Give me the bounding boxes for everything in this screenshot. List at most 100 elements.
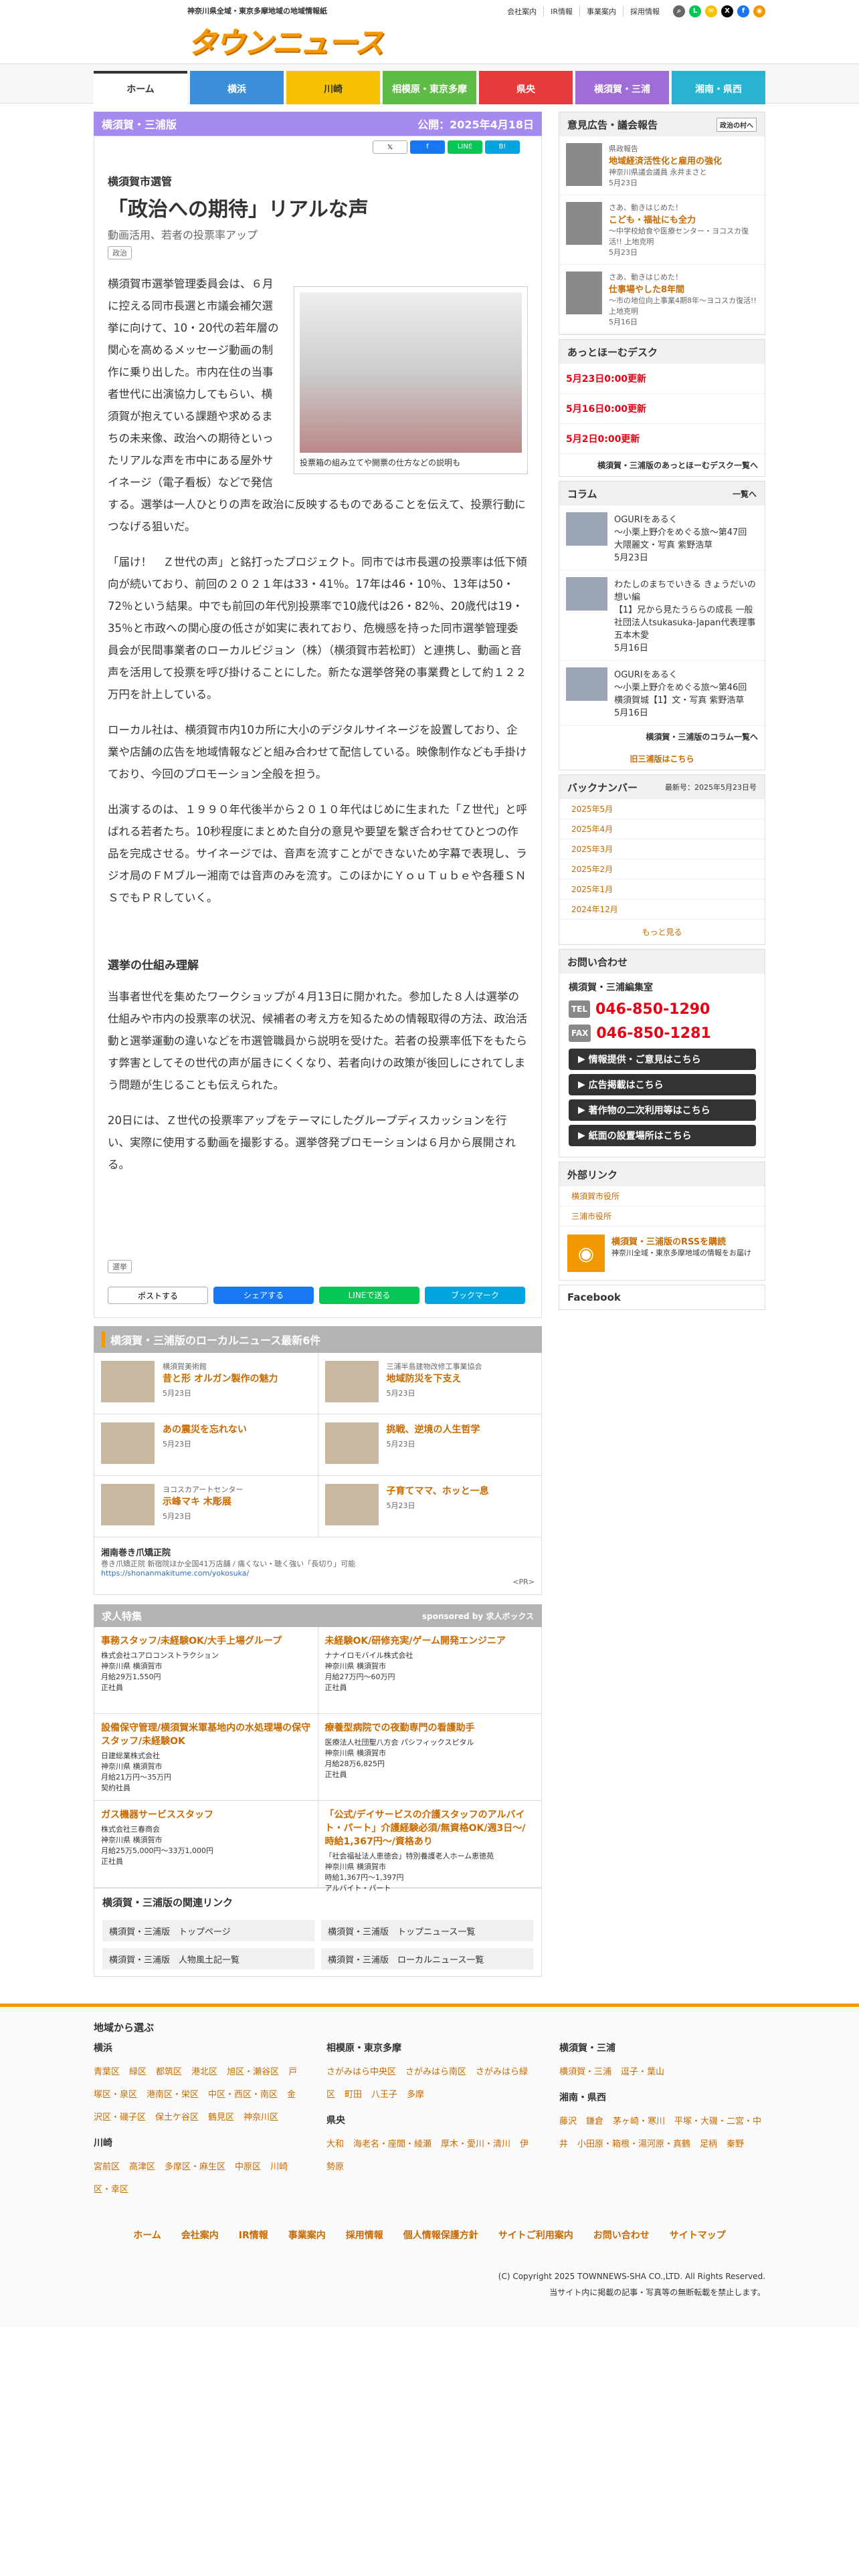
ext-link[interactable]: 横須賀市役所 bbox=[559, 1186, 765, 1206]
line-icon[interactable]: L bbox=[689, 5, 701, 17]
job-title[interactable]: ガス機器サービススタッフ bbox=[101, 1808, 311, 1821]
old-miura-link[interactable]: 旧三浦版はこちら bbox=[559, 748, 765, 770]
local-news-item[interactable]: 挑戦、逆境の人生哲学 5月23日 bbox=[318, 1414, 542, 1476]
footer-link[interactable]: 事業案内 bbox=[288, 2228, 326, 2242]
region-link[interactable]: 茅ヶ崎・寒川 bbox=[613, 2117, 665, 2127]
link-recruit[interactable]: 採用情報 bbox=[623, 6, 666, 17]
local-news-item[interactable]: 横須賀美術館 昔と形 オルガン製作の魅力 5月23日 bbox=[94, 1353, 318, 1414]
back-more[interactable]: もっと見る bbox=[559, 920, 765, 944]
region-link[interactable]: 厚木・愛川・清川 bbox=[441, 2139, 510, 2149]
share-hb-mini[interactable]: B! bbox=[485, 140, 520, 154]
contact-button[interactable]: ▶ 紙面の設置場所はこちら bbox=[569, 1125, 756, 1146]
mail-icon[interactable]: ✉ bbox=[705, 5, 717, 17]
job-card[interactable]: ガス機器サービススタッフ 株式会社三春商会 神奈川県 横須賀市 月給25万5,000円… bbox=[94, 1801, 318, 1888]
footer-link[interactable]: サイトマップ bbox=[670, 2228, 726, 2242]
back-item[interactable]: 2025年2月 bbox=[559, 859, 765, 879]
share-x-mini[interactable]: 𝕏 bbox=[373, 140, 407, 154]
nav-tab[interactable]: 県央 bbox=[479, 71, 573, 104]
job-card[interactable]: 事務スタッフ/未経験OK/大手上場グループ 株式会社ユアロコンストラクション 神奈川… bbox=[94, 1627, 318, 1714]
region-link[interactable]: 大和 bbox=[326, 2139, 344, 2149]
region-link[interactable]: 港南区・栄区 bbox=[147, 2090, 199, 2100]
link-ir[interactable]: IR情報 bbox=[543, 6, 579, 17]
nav-tab[interactable]: 横須賀・三浦 bbox=[575, 71, 669, 104]
region-link[interactable]: 緑区 bbox=[129, 2067, 147, 2077]
opinion-title[interactable]: こども・福祉にも全力 bbox=[609, 213, 758, 225]
share-hatena-button[interactable]: ブックマーク bbox=[425, 1287, 525, 1304]
related-link[interactable]: 横須賀・三浦版 トップページ bbox=[102, 1920, 314, 1941]
tel-number[interactable]: 046-850-1290 bbox=[595, 1001, 710, 1018]
column-item[interactable]: わたしのまちでいきる きょうだいの想い編 【1】兄から見たうららの成長 一般社団法… bbox=[559, 570, 765, 661]
local-news-item[interactable]: あの震災を忘れない 5月23日 bbox=[94, 1414, 318, 1476]
nav-tab[interactable]: ホーム bbox=[94, 71, 187, 104]
column-item[interactable]: OGURIをあるく 〜小栗上野介をめぐる旅〜第46回 横須賀城【1】文・写真 紫野… bbox=[559, 661, 765, 726]
link-business[interactable]: 事業案内 bbox=[579, 6, 623, 17]
job-title[interactable]: 「公式/デイサービスの介護スタッフのアルバイト・パート」介護経験必須/無資格OK… bbox=[325, 1808, 535, 1848]
region-link[interactable]: 秦野 bbox=[727, 2139, 744, 2149]
region-link[interactable]: 港北区 bbox=[191, 2067, 217, 2077]
nav-tab[interactable]: 川崎 bbox=[286, 71, 380, 104]
ext-link[interactable]: 三浦市役所 bbox=[559, 1206, 765, 1226]
share-line-mini[interactable]: LINE bbox=[448, 140, 482, 154]
desk-more[interactable]: 横須賀・三浦版のあっとほーむデスク一覧へ bbox=[559, 454, 765, 476]
politics-link[interactable]: 政治の村へ bbox=[717, 117, 757, 132]
region-link[interactable]: 保土ケ谷区 bbox=[155, 2113, 199, 2123]
related-link[interactable]: 横須賀・三浦版 ローカルニュース一覧 bbox=[321, 1948, 533, 1969]
column-title[interactable]: わたしのまちでいきる きょうだいの想い編 bbox=[614, 577, 758, 603]
region-link[interactable]: 鎌倉 bbox=[586, 2117, 603, 2127]
region-link[interactable]: 多摩区・麻生区 bbox=[165, 2162, 225, 2172]
back-item[interactable]: 2025年5月 bbox=[559, 799, 765, 819]
contact-button[interactable]: ▶ 著作物の二次利用等はこちら bbox=[569, 1099, 756, 1121]
job-card[interactable]: 療養型病院での夜勤専門の看護助手 医療法人社団聖八方会 パシフィックスピタル 神奈川… bbox=[318, 1714, 542, 1801]
region-link[interactable]: さがみはら南区 bbox=[405, 2067, 466, 2077]
column-more[interactable]: 一覧へ bbox=[733, 488, 757, 500]
region-link[interactable]: 町田 bbox=[345, 2090, 362, 2100]
region-link[interactable]: 多摩 bbox=[407, 2090, 424, 2100]
article-tag[interactable]: 政治 bbox=[108, 246, 132, 259]
desk-item[interactable]: 5月16日0:00更新 bbox=[559, 394, 765, 424]
column-title[interactable]: OGURIをあるく bbox=[614, 667, 758, 680]
ad-url[interactable]: https://shonanmakitume.com/yokosuka/ bbox=[101, 1569, 535, 1578]
region-link[interactable]: 中原区 bbox=[235, 2162, 261, 2172]
related-link[interactable]: 横須賀・三浦版 トップニュース一覧 bbox=[321, 1920, 533, 1941]
region-link[interactable]: さがみはら中央区 bbox=[326, 2067, 396, 2077]
share-line-button[interactable]: LINEで送る bbox=[319, 1287, 419, 1304]
job-card[interactable]: 「公式/デイサービスの介護スタッフのアルバイト・パート」介護経験必須/無資格OK… bbox=[318, 1801, 542, 1893]
news-title[interactable]: 昔と形 オルガン製作の魅力 bbox=[163, 1372, 278, 1385]
footer-link[interactable]: サイトご利用案内 bbox=[498, 2228, 573, 2242]
job-title[interactable]: 事務スタッフ/未経験OK/大手上場グループ bbox=[101, 1634, 311, 1647]
back-item[interactable]: 2025年3月 bbox=[559, 839, 765, 859]
region-link[interactable]: 旭区・瀬谷区 bbox=[227, 2067, 279, 2077]
job-card[interactable]: 未経験OK/研修充実/ゲーム開発エンジニア ナナイロモバイル株式会社 神奈川県 横須… bbox=[318, 1627, 542, 1714]
contact-button[interactable]: ▶ 情報提供・ご意見はこちら bbox=[569, 1049, 756, 1070]
link-company[interactable]: 会社案内 bbox=[500, 6, 543, 17]
back-item[interactable]: 2025年1月 bbox=[559, 879, 765, 899]
local-news-item[interactable]: 子育てママ、ホッと一息 5月23日 bbox=[318, 1476, 542, 1537]
region-link[interactable]: 宮前区 bbox=[94, 2162, 120, 2172]
site-logo[interactable]: タウンニュース bbox=[187, 19, 384, 62]
share-fb-mini[interactable]: f bbox=[410, 140, 445, 154]
region-link[interactable]: 中区・西区・南区 bbox=[208, 2090, 278, 2100]
share-x-button[interactable]: ポストする bbox=[108, 1287, 208, 1304]
pr-ad[interactable]: 湘南巻き爪矯正院 巻き爪矯正院 新宿院ほか全国41万店舗 / 痛くない・聴く強い… bbox=[94, 1537, 542, 1595]
region-link[interactable]: 八王子 bbox=[371, 2090, 397, 2100]
region-link[interactable]: 横須賀・三浦 bbox=[559, 2067, 611, 2077]
opinion-ad[interactable]: さあ、動きはじめた！ 仕事場やした8年間 〜市の地位向上事業4期8年〜ヨコスカ復活!… bbox=[559, 265, 765, 334]
footer-link[interactable]: 個人情報保護方針 bbox=[403, 2228, 478, 2242]
footer-link[interactable]: 採用情報 bbox=[346, 2228, 383, 2242]
rss-icon[interactable]: ◉ bbox=[753, 5, 765, 17]
local-news-item[interactable]: 三浦半島建物改修工事業協会 地域防災を下支え 5月23日 bbox=[318, 1353, 542, 1414]
contact-button[interactable]: ▶ 広告掲載はこちら bbox=[569, 1074, 756, 1095]
related-link[interactable]: 横須賀・三浦版 人物風土記一覧 bbox=[102, 1948, 314, 1969]
opinion-ad[interactable]: さあ、動きはじめた！ こども・福祉にも全力 〜中学校給食や医療センター・ヨコスカ復活… bbox=[559, 195, 765, 265]
share-facebook-button[interactable]: シェアする bbox=[213, 1287, 314, 1304]
region-link[interactable]: 都筑区 bbox=[156, 2067, 182, 2077]
column-item[interactable]: OGURIをあるく 〜小栗上野介をめぐる旅〜第47回 大隈麗文・写真 紫野浩草 5月… bbox=[559, 506, 765, 570]
region-link[interactable]: 小田原・箱根・湯河原・真鶴 bbox=[577, 2139, 690, 2149]
nav-tab[interactable]: 横浜 bbox=[190, 71, 284, 104]
desk-item[interactable]: 5月2日0:00更新 bbox=[559, 424, 765, 454]
news-title[interactable]: 子育てママ、ホッと一息 bbox=[387, 1484, 489, 1497]
region-link[interactable]: 藤沢 bbox=[559, 2117, 577, 2127]
job-title[interactable]: 未経験OK/研修充実/ゲーム開発エンジニア bbox=[325, 1634, 535, 1647]
search-icon[interactable]: ⌕ bbox=[673, 5, 685, 17]
article-tag-bottom[interactable]: 選挙 bbox=[108, 1260, 132, 1273]
